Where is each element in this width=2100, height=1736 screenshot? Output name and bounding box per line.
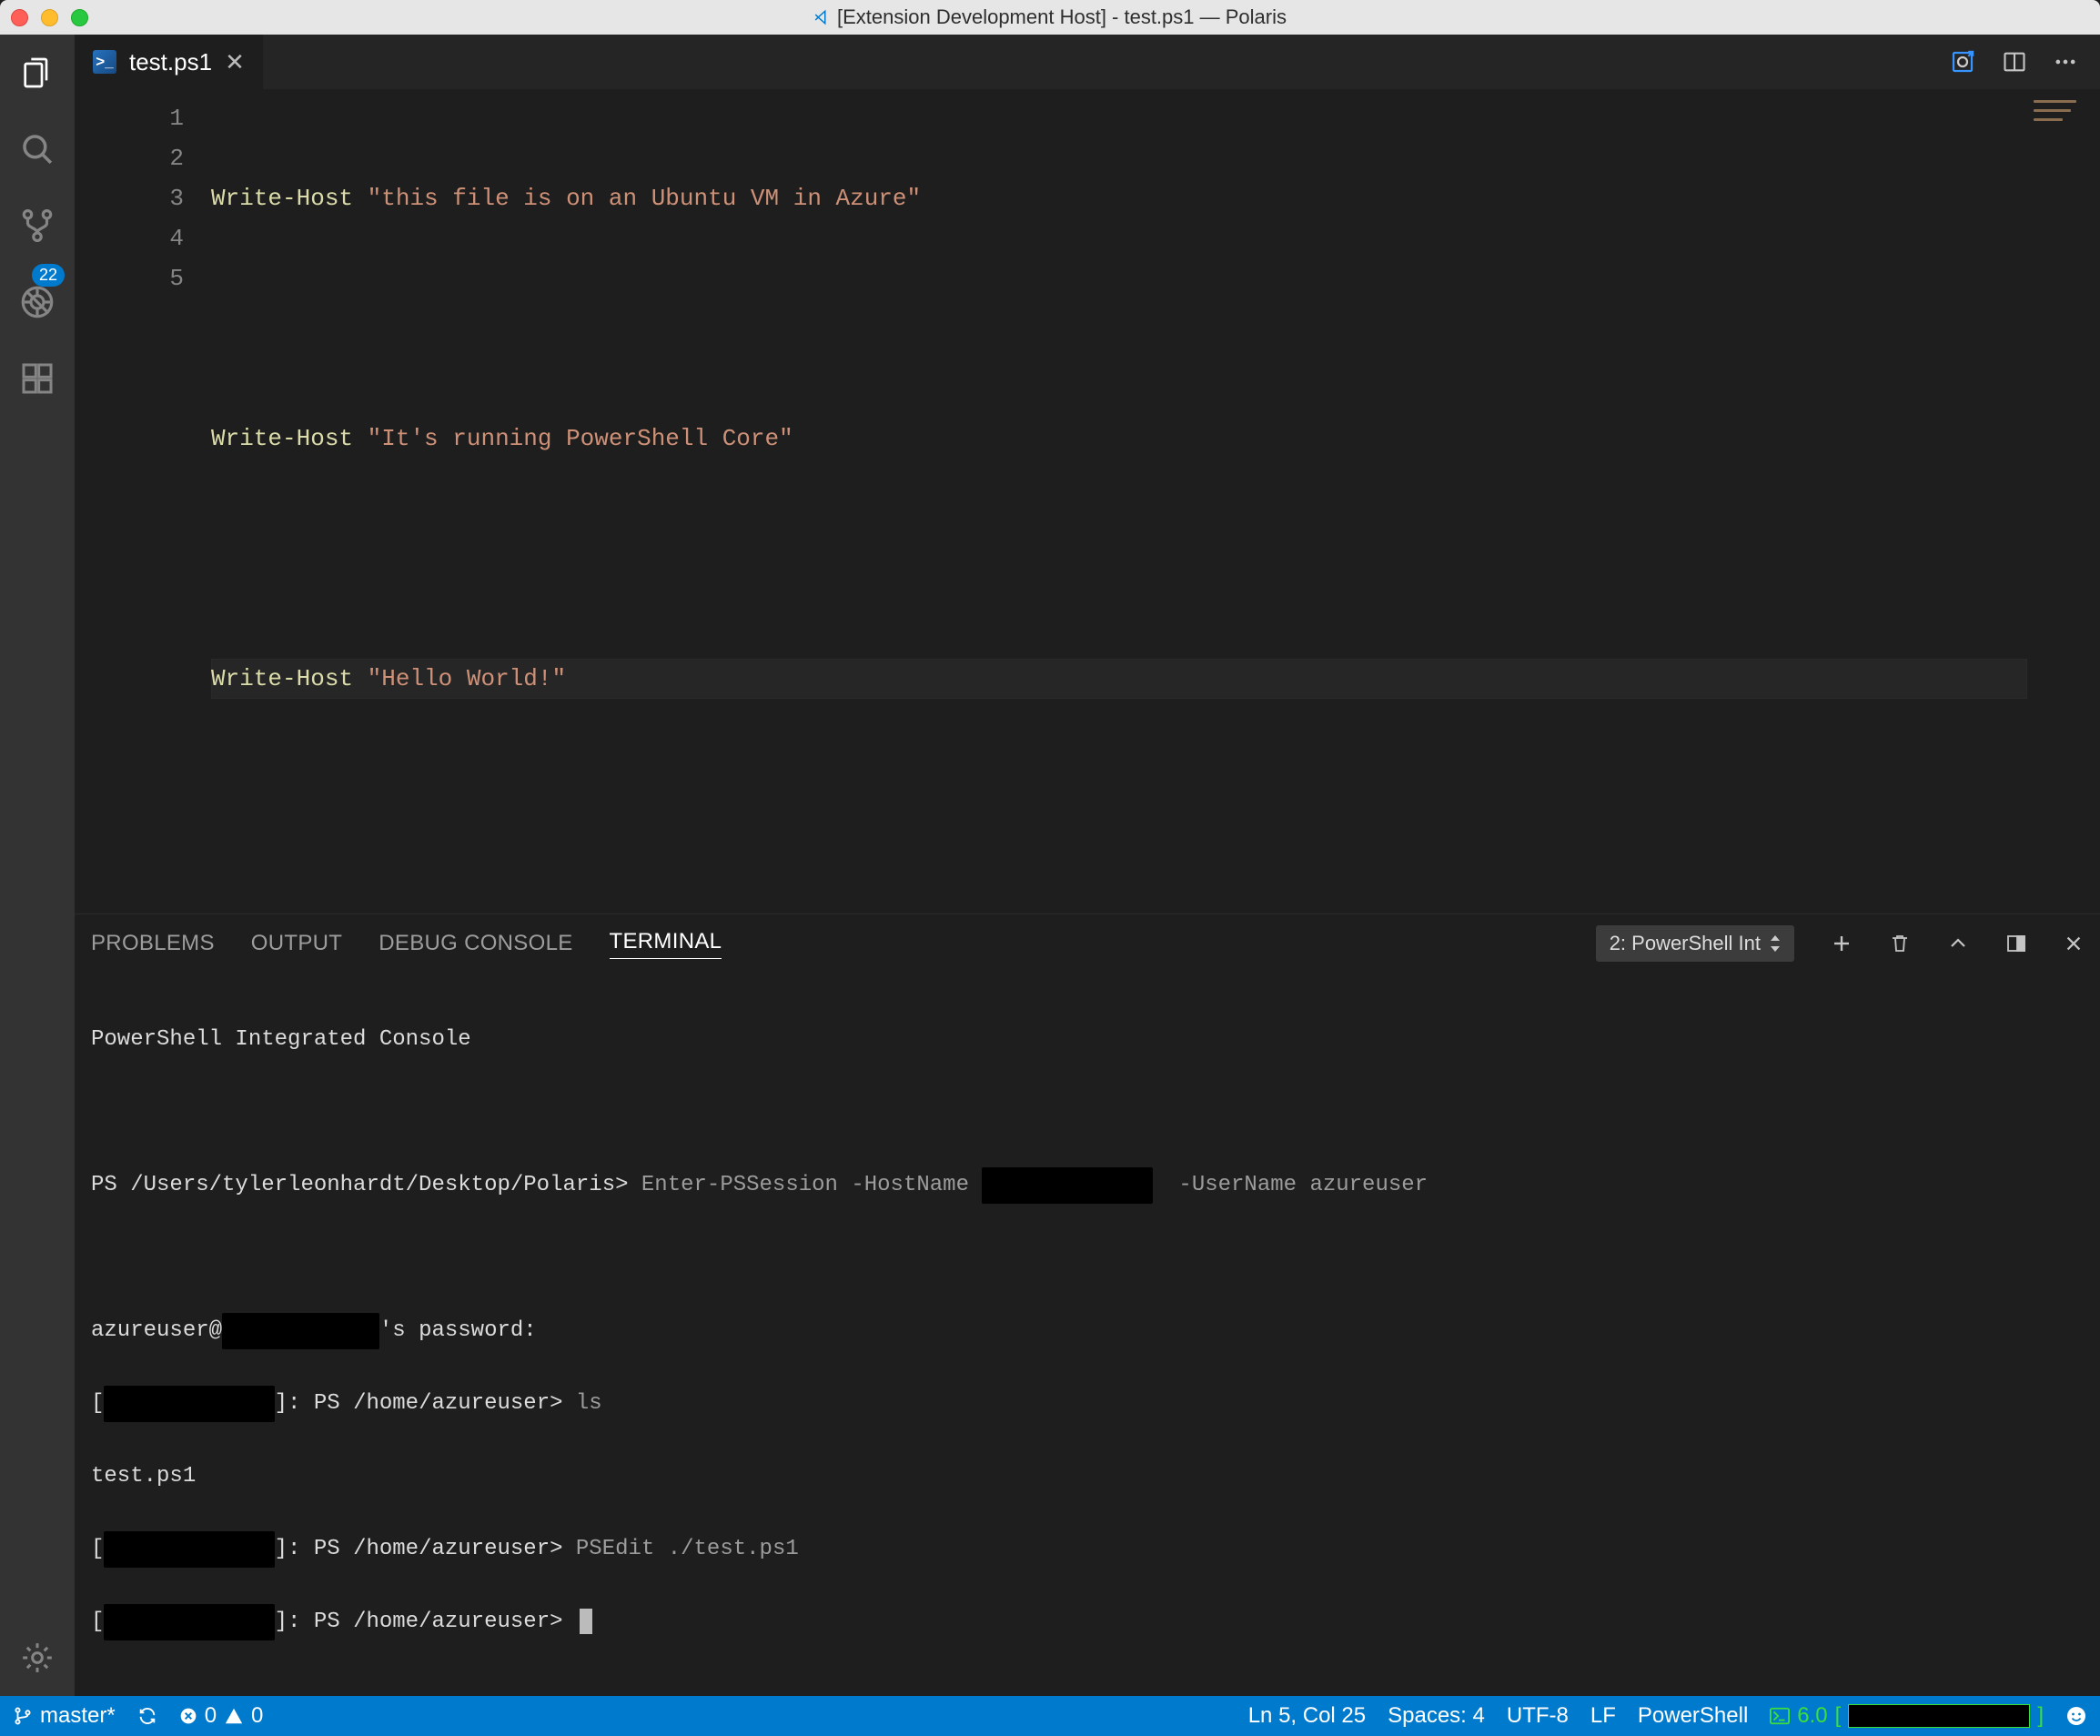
line-number: 4 (75, 218, 184, 258)
window-title-text: [Extension Development Host] - test.ps1 … (837, 5, 1287, 29)
powershell-file-icon: >_ (93, 50, 116, 74)
problems-status[interactable]: 0 0 (179, 1703, 264, 1729)
close-tab-icon[interactable]: ✕ (225, 48, 245, 76)
titlebar: [Extension Development Host] - test.ps1 … (0, 0, 2100, 35)
terminal-line: [xxxxxxxxxxxxx]: PS /home/azureuser> ls (91, 1386, 2084, 1422)
more-actions-icon[interactable] (2053, 49, 2078, 75)
terminal-selector-label: 2: PowerShell Int (1610, 932, 1761, 955)
new-terminal-icon[interactable] (1831, 933, 1853, 954)
panel-tab-problems[interactable]: PROBLEMS (91, 931, 215, 956)
zoom-window[interactable] (71, 9, 88, 26)
close-window[interactable] (11, 9, 28, 26)
panel: PROBLEMS OUTPUT DEBUG CONSOLE TERMINAL 2… (75, 913, 2100, 1696)
panel-tab-terminal[interactable]: TERMINAL (610, 929, 722, 959)
minimize-window[interactable] (41, 9, 58, 26)
tab-test-ps1[interactable]: >_ test.ps1 ✕ (75, 35, 264, 89)
minimap[interactable] (2027, 89, 2100, 913)
line-number: 5 (75, 258, 184, 298)
terminal-line: PowerShell Integrated Console (91, 1022, 2084, 1058)
cursor-position-status[interactable]: Ln 5, Col 25 (1248, 1703, 1366, 1729)
search-tab[interactable] (15, 127, 59, 171)
debug-tab[interactable] (15, 280, 59, 324)
status-bar: master* 0 0 Ln 5, Col 25 Spaces: 4 UTF-8… (0, 1696, 2100, 1736)
window-title: [Extension Development Host] - test.ps1 … (813, 5, 1287, 29)
panel-tab-debug-console[interactable]: DEBUG CONSOLE (379, 931, 572, 956)
indentation-status[interactable]: Spaces: 4 (1388, 1703, 1485, 1729)
kill-terminal-icon[interactable] (1889, 932, 1911, 955)
redacted-hostname: xxxxxxxxxxxxx (104, 1531, 274, 1568)
editor-tab-bar: >_ test.ps1 ✕ (75, 35, 2100, 89)
line-number: 1 (75, 98, 184, 138)
explorer-tab[interactable] (15, 51, 59, 95)
window-controls (11, 9, 88, 26)
redacted-hostname: xxxxxxxxxxxxx (104, 1386, 274, 1422)
move-panel-icon[interactable] (2005, 933, 2027, 954)
redacted-hostname: xxxxxxxxxxxxx (982, 1167, 1152, 1204)
powershell-version-status[interactable]: 6.0 [] (1770, 1703, 2044, 1729)
line-number: 2 (75, 138, 184, 178)
scm-badge: 22 (32, 264, 65, 287)
terminal-selector[interactable]: 2: PowerShell Int (1596, 925, 1794, 962)
terminal-line: PS /Users/tylerleonhardt/Desktop/Polaris… (91, 1167, 2084, 1204)
encoding-status[interactable]: UTF-8 (1507, 1703, 1569, 1729)
redacted-hostname: xxxxxxxxxxxxx (104, 1604, 274, 1640)
source-control-tab[interactable]: 22 (15, 204, 59, 247)
sync-status[interactable] (137, 1706, 157, 1726)
panel-tab-output[interactable]: OUTPUT (251, 931, 342, 956)
extensions-tab[interactable] (15, 357, 59, 400)
close-panel-icon[interactable] (2064, 934, 2084, 954)
git-branch-status[interactable]: master* (13, 1703, 116, 1729)
activity-bar: 22 (0, 35, 75, 1696)
language-mode-status[interactable]: PowerShell (1638, 1703, 1748, 1729)
terminal-content[interactable]: PowerShell Integrated Console PS /Users/… (75, 973, 2100, 1696)
terminal-line: azureuser@xxxxxxxxxxxx's password: (91, 1313, 2084, 1349)
eol-status[interactable]: LF (1590, 1703, 1616, 1729)
terminal-line: [xxxxxxxxxxxxx]: PS /home/azureuser> PSE… (91, 1531, 2084, 1568)
line-gutter: 1 2 3 4 5 (75, 89, 211, 913)
terminal-line: [xxxxxxxxxxxxx]: PS /home/azureuser> (91, 1604, 2084, 1640)
split-editor-icon[interactable] (2002, 49, 2027, 75)
warning-count: 0 (251, 1703, 263, 1729)
vscode-icon (813, 9, 830, 25)
code-content[interactable]: Write-Host "this file is on an Ubuntu VM… (211, 89, 2027, 913)
feedback-icon[interactable] (2065, 1705, 2087, 1727)
settings-gear[interactable] (15, 1636, 59, 1680)
branch-name: master* (40, 1703, 116, 1729)
terminal-line: test.ps1 (91, 1458, 2084, 1495)
terminal-cursor (580, 1609, 592, 1634)
panel-tab-bar: PROBLEMS OUTPUT DEBUG CONSOLE TERMINAL 2… (75, 914, 2100, 973)
maximize-panel-icon[interactable] (1947, 933, 1969, 954)
error-count: 0 (205, 1703, 217, 1729)
code-editor[interactable]: 1 2 3 4 5 Write-Host "this file is on an… (75, 89, 2100, 913)
line-number: 3 (75, 178, 184, 218)
tab-label: test.ps1 (129, 48, 212, 76)
redacted-status (1848, 1704, 2030, 1728)
redacted-hostname: xxxxxxxxxxxx (222, 1313, 379, 1349)
open-changes-icon[interactable] (1949, 48, 1976, 76)
